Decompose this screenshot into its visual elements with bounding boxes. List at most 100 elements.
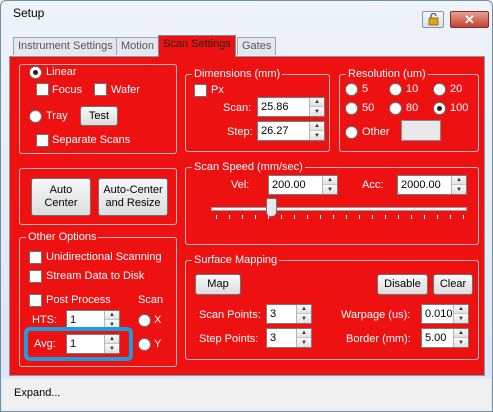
spin-down-icon[interactable]: ▼ <box>454 338 468 347</box>
post-process-checkbox[interactable] <box>29 294 42 307</box>
resolution-other-radio[interactable] <box>345 126 358 139</box>
spin-up-icon[interactable]: ▲ <box>323 176 337 185</box>
spin-up-icon[interactable]: ▲ <box>310 98 324 107</box>
lock-icon <box>428 12 439 26</box>
other-options-title: Other Options <box>26 231 99 243</box>
slider-tick <box>385 215 386 219</box>
linear-label: Linear <box>46 66 77 78</box>
slider-tick <box>320 215 321 219</box>
slider-tick <box>294 215 295 219</box>
clear-button[interactable]: Clear <box>433 274 473 295</box>
tab-scan-settings[interactable]: Scan Settings <box>158 35 236 57</box>
px-label: Px <box>211 84 224 96</box>
acc-label: Acc: <box>362 179 384 191</box>
tab-instrument-settings[interactable]: Instrument Settings <box>13 37 118 55</box>
resolution-50-radio[interactable] <box>345 102 358 115</box>
separate-scans-checkbox[interactable] <box>36 134 49 147</box>
spin-down-icon[interactable]: ▼ <box>105 320 119 329</box>
resolution-100-radio[interactable] <box>433 102 446 115</box>
spin-up-icon[interactable]: ▲ <box>105 311 119 320</box>
unidirectional-label: Unidirectional Scanning <box>46 251 162 263</box>
slider-tick <box>229 215 230 219</box>
scan-speed-title: Scan Speed (mm/sec) <box>192 161 305 173</box>
border-stepper[interactable]: 5.00 ▲ ▼ <box>421 328 469 348</box>
hts-stepper[interactable]: 1 ▲ ▼ <box>66 310 120 330</box>
spin-down-icon[interactable]: ▼ <box>297 338 311 347</box>
slider-tick <box>216 215 217 219</box>
warpage-stepper[interactable]: 0.010 ▲ ▼ <box>421 304 469 324</box>
acc-stepper[interactable]: 2000.00 ▲ ▼ <box>397 175 467 195</box>
resolution-other-label: Other <box>362 126 390 138</box>
spin-down-icon[interactable]: ▼ <box>452 185 466 194</box>
step-value: 26.27 <box>261 125 289 137</box>
spin-down-icon[interactable]: ▼ <box>310 131 324 140</box>
resolution-20-radio[interactable] <box>433 83 446 96</box>
spin-up-icon[interactable]: ▲ <box>105 335 119 344</box>
slider-tick <box>346 215 347 219</box>
resolution-10-label: 10 <box>406 83 419 95</box>
title-bar: Setup ✕ <box>1 1 492 28</box>
spin-up-icon[interactable]: ▲ <box>454 329 468 338</box>
test-button[interactable]: Test <box>80 106 118 126</box>
tab-motion[interactable]: Motion <box>116 37 160 55</box>
avg-label: Avg: <box>34 338 56 350</box>
step-stepper[interactable]: 26.27 ▲ ▼ <box>257 121 325 141</box>
scan-points-stepper[interactable]: 3 ▲ ▼ <box>266 304 312 324</box>
slider-tick <box>242 215 243 219</box>
slider-tick <box>437 215 438 219</box>
close-button[interactable]: ✕ <box>450 11 489 28</box>
resolution-10-radio[interactable] <box>389 83 402 96</box>
scan-stepper[interactable]: 25.86 ▲ ▼ <box>257 97 325 117</box>
spin-down-icon[interactable]: ▼ <box>323 185 337 194</box>
scan-x-label: X <box>154 314 162 326</box>
spin-up-icon[interactable]: ▲ <box>310 122 324 131</box>
avg-value: 1 <box>70 338 77 350</box>
tab-gates[interactable]: Gates <box>237 37 277 55</box>
linear-radio[interactable] <box>29 66 42 79</box>
map-button[interactable]: Map <box>195 274 241 295</box>
resolution-80-radio[interactable] <box>389 102 402 115</box>
spin-up-icon[interactable]: ▲ <box>297 305 311 314</box>
spin-up-icon[interactable]: ▲ <box>297 329 311 338</box>
other-resolution-field[interactable] <box>401 120 441 141</box>
unidirectional-checkbox[interactable] <box>29 251 42 264</box>
vel-value: 200.00 <box>272 179 306 191</box>
focus-checkbox[interactable] <box>36 83 49 96</box>
auto-center-resize-button[interactable]: Auto-Center and Resize <box>98 178 168 216</box>
scan-y-label: Y <box>154 338 162 350</box>
spin-down-icon[interactable]: ▼ <box>310 107 324 116</box>
spin-down-icon[interactable]: ▼ <box>454 314 468 323</box>
step-points-stepper[interactable]: 3 ▲ ▼ <box>266 328 312 348</box>
step-points-label: Step Points: <box>199 333 259 345</box>
expand-link[interactable]: Expand... <box>14 387 60 399</box>
disable-button[interactable]: Disable <box>377 274 428 295</box>
scan-x-radio[interactable] <box>138 314 151 327</box>
spin-up-icon[interactable]: ▲ <box>452 176 466 185</box>
slider-tick <box>372 215 373 219</box>
stream-checkbox[interactable] <box>29 270 42 283</box>
surface-mapping-title: Surface Mapping <box>192 254 280 266</box>
scan-value: 25.86 <box>261 101 289 113</box>
slider-tick <box>450 215 451 219</box>
speed-slider-track[interactable] <box>211 207 467 211</box>
hts-label: HTS: <box>32 314 58 326</box>
border-value: 5.00 <box>425 332 447 344</box>
wafer-checkbox[interactable] <box>94 83 107 96</box>
spin-down-icon[interactable]: ▼ <box>105 344 119 353</box>
resolution-5-radio[interactable] <box>345 83 358 96</box>
auto-center-button[interactable]: Auto Center <box>31 178 91 216</box>
slider-tick <box>463 215 464 219</box>
stream-label: Stream Data to Disk <box>46 270 145 282</box>
tray-radio[interactable] <box>29 110 42 123</box>
acc-value: 2000.00 <box>401 179 441 191</box>
spin-down-icon[interactable]: ▼ <box>297 314 311 323</box>
vel-stepper[interactable]: 200.00 ▲ ▼ <box>268 175 338 195</box>
px-checkbox[interactable] <box>194 84 207 97</box>
scan-points-label: Scan Points: <box>199 309 261 321</box>
lock-button[interactable] <box>422 11 444 28</box>
resolution-5-label: 5 <box>362 83 369 95</box>
avg-stepper[interactable]: 1 ▲ ▼ <box>66 334 120 354</box>
slider-tick <box>359 215 360 219</box>
scan-y-radio[interactable] <box>138 338 151 351</box>
spin-up-icon[interactable]: ▲ <box>454 305 468 314</box>
